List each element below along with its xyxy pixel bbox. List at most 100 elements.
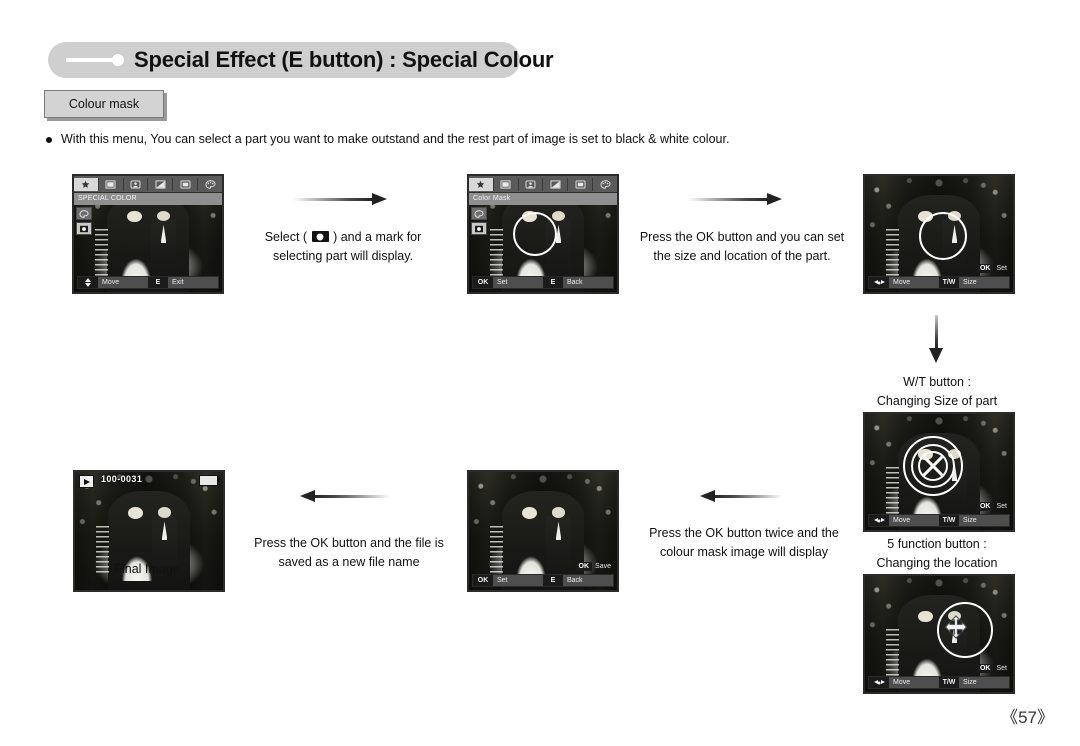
page-title-pill: Special Effect (E button) : Special Colo… <box>48 42 554 78</box>
caption-wt-button-l1: W/T button : <box>903 375 971 389</box>
film-icon[interactable] <box>99 177 124 191</box>
tw-button-key[interactable]: T/W <box>939 515 959 526</box>
caption-save-new-file: Press the OK button and the file is save… <box>236 534 462 572</box>
selection-circle <box>919 212 967 260</box>
caption-select-mark-l1a: Select ( <box>264 230 308 244</box>
lcd-relocate-part: OK Set Move T/W Size <box>863 574 1015 694</box>
lcd-move-label: Move <box>893 679 911 686</box>
caption-five-function-l1: 5 function button : <box>887 537 987 551</box>
lcd-size-label: Size <box>963 279 977 286</box>
lcd-bottom-bar: OK Set E Back <box>472 276 614 289</box>
selection-circle <box>513 212 557 256</box>
overlay-ok-set: OK Set <box>976 264 1007 273</box>
ok-button-key[interactable]: OK <box>976 264 994 273</box>
lcd-back-label: Back <box>567 279 583 286</box>
caption-save-new-file-l2: saved as a new file name <box>278 555 420 569</box>
caption-five-function-l2: Changing the location <box>876 556 998 570</box>
caption-ok-size-location-l2: the size and location of the part. <box>653 249 831 263</box>
playback-icon <box>79 475 94 488</box>
e-button-key[interactable]: E <box>148 277 168 288</box>
4way-arrow-icon[interactable] <box>869 677 889 688</box>
caption-ok-twice-l2: colour mask image will display <box>659 545 829 559</box>
colour-mask-icon[interactable] <box>471 222 487 235</box>
flow-arrow-right-1 <box>293 193 387 205</box>
title-dash-icon <box>66 58 118 62</box>
lcd-menu-title: SPECIAL COLOR <box>74 193 222 205</box>
e-button-key[interactable]: E <box>543 277 563 288</box>
manual-page: Special Effect (E button) : Special Colo… <box>0 0 1080 746</box>
lcd-side-icon-list <box>76 207 92 237</box>
updown-arrow-icon[interactable] <box>78 277 98 288</box>
lcd-bottom-bar: Move T/W Size <box>868 276 1010 289</box>
bride-figure <box>121 215 151 283</box>
file-number-label: 100-0031 <box>101 474 143 484</box>
caption-save-new-file-l1: Press the OK button and the file is <box>254 536 444 550</box>
caption-ok-size-location-l1: Press the OK button and you can set <box>639 230 845 244</box>
colour-mask-highlight <box>522 498 581 555</box>
frame-icon[interactable] <box>173 177 199 191</box>
lcd-move-label: Move <box>102 279 120 286</box>
lcd-bottom-bar: OK Set E Back <box>472 574 614 587</box>
portrait-icon[interactable] <box>124 177 149 191</box>
flow-arrow-right-2 <box>688 193 782 205</box>
ok-button-key[interactable]: OK <box>976 664 994 673</box>
lcd-move-label: Move <box>893 279 911 286</box>
battery-icon <box>199 475 220 486</box>
palette-icon[interactable] <box>471 207 487 220</box>
4way-arrow-icon[interactable] <box>869 277 889 288</box>
caption-five-function: 5 function button : Changing the locatio… <box>857 535 1017 573</box>
star-icon[interactable] <box>469 177 494 191</box>
lcd-menu-bar[interactable] <box>469 176 617 193</box>
film-icon[interactable] <box>494 177 519 191</box>
caption-final-image-text: Final Image <box>114 562 180 576</box>
tw-button-key[interactable]: T/W <box>939 677 959 688</box>
rail-texture <box>94 229 109 276</box>
colour-mask-icon[interactable] <box>76 222 92 235</box>
rail-texture <box>885 467 900 514</box>
tw-button-key[interactable]: T/W <box>939 277 959 288</box>
lcd-menu-bar[interactable] <box>74 176 222 193</box>
lcd-side-icon-list <box>471 207 487 237</box>
lcd-resize-part: OK Set Move T/W Size <box>863 412 1015 532</box>
overlay-set-label: Set <box>996 265 1007 272</box>
section-tab: Colour mask <box>44 90 164 118</box>
lcd-back-label: Back <box>567 577 583 584</box>
ok-button-key[interactable]: OK <box>575 562 593 571</box>
ok-button-key[interactable]: OK <box>473 277 493 288</box>
page-number: 《57》 <box>1001 708 1054 727</box>
overlay-ok-set: OK Set <box>976 502 1007 511</box>
exposure-icon[interactable] <box>148 177 174 191</box>
lcd-colour-mask-menu: Color Mask OK Set E Back <box>467 174 619 294</box>
lcd-set-label: Set <box>497 577 508 584</box>
colour-mask-icon <box>311 231 329 242</box>
rail-texture <box>489 526 504 574</box>
portrait-icon[interactable] <box>519 177 544 191</box>
star-icon[interactable] <box>74 177 99 191</box>
rail-texture <box>885 629 900 676</box>
overlay-save-label: Save <box>595 563 611 570</box>
lcd-size-label: Size <box>963 679 977 686</box>
ok-button-key[interactable]: OK <box>976 502 994 511</box>
move-cursor-icon <box>943 614 973 640</box>
frame-icon[interactable] <box>568 177 594 191</box>
rail-texture <box>885 229 900 276</box>
exposure-icon[interactable] <box>543 177 569 191</box>
overlay-ok-save: OK Save <box>575 562 611 571</box>
palette-icon[interactable] <box>76 207 92 220</box>
palette-icon[interactable] <box>593 178 617 191</box>
lcd-move-label: Move <box>893 517 911 524</box>
ok-button-key[interactable]: OK <box>473 575 493 586</box>
intro-bullet-text: With this menu, You can select a part yo… <box>61 132 730 146</box>
lcd-size-location: OK Set Move T/W Size <box>863 174 1015 294</box>
caption-select-mark-l2: selecting part will display. <box>272 249 414 263</box>
resize-cross-icon <box>920 453 946 479</box>
caption-select-mark-l1b: ) and a mark for <box>333 230 422 244</box>
overlay-set-label: Set <box>996 665 1007 672</box>
palette-icon[interactable] <box>198 178 222 191</box>
caption-ok-twice: Press the OK button twice and the colour… <box>630 524 858 562</box>
4way-arrow-icon[interactable] <box>869 515 889 526</box>
caption-ok-twice-l1: Press the OK button twice and the <box>649 526 839 540</box>
lcd-size-label: Size <box>963 517 977 524</box>
caption-wt-button: W/T button : Changing Size of part <box>857 373 1017 411</box>
e-button-key[interactable]: E <box>543 575 563 586</box>
